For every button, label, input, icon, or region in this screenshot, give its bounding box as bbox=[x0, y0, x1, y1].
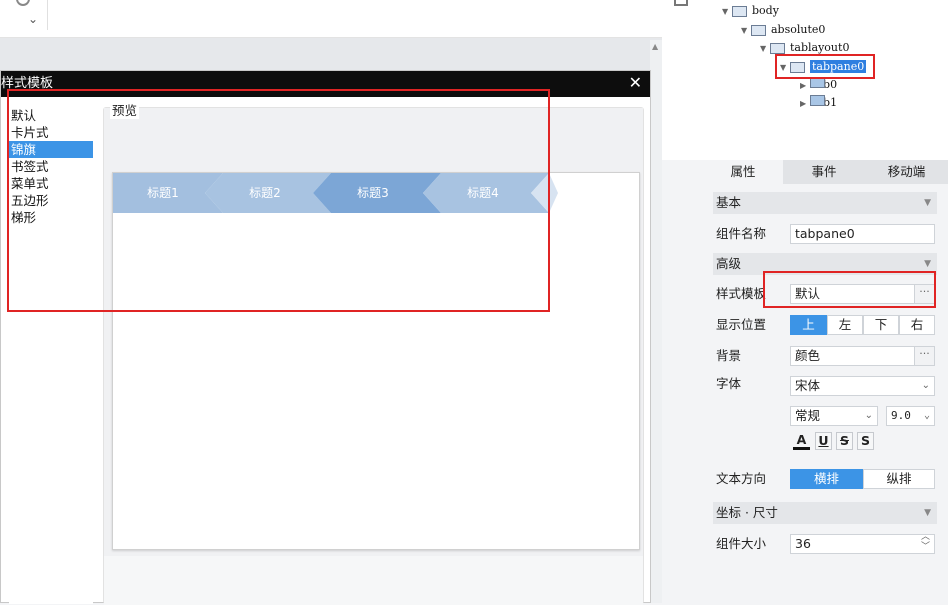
tab-node-icon bbox=[810, 95, 825, 106]
tab-events[interactable]: 事件 bbox=[783, 160, 865, 184]
chevron-down-icon: ⌄ bbox=[921, 380, 930, 391]
style-template-label: 样式模板 bbox=[716, 286, 767, 301]
strikethrough-button[interactable]: S bbox=[836, 432, 853, 450]
font-color-button[interactable]: A bbox=[793, 432, 810, 450]
chevron-down-icon: ⌄ bbox=[923, 410, 930, 421]
tree-node-body[interactable]: ▼ body bbox=[722, 3, 779, 19]
tree-node-label: tablayout0 bbox=[790, 41, 850, 54]
display-position-label: 显示位置 bbox=[716, 317, 767, 332]
shadow-button[interactable]: S bbox=[857, 432, 874, 450]
component-size-label: 组件大小 bbox=[716, 536, 767, 551]
highlight-box-tabpane bbox=[775, 54, 875, 79]
section-title: 坐标 · 尺寸 bbox=[716, 505, 778, 520]
text-direction-label: 文本方向 bbox=[716, 471, 767, 486]
toolbar-divider bbox=[47, 0, 48, 30]
properties-tabs: 属性 事件 移动端 bbox=[703, 160, 948, 184]
highlight-box-dialog bbox=[7, 89, 550, 312]
collapse-icon[interactable]: ▶ bbox=[800, 96, 810, 112]
component-name-input[interactable]: tabpane0 bbox=[790, 224, 935, 244]
expand-icon[interactable]: ▼ bbox=[741, 23, 751, 39]
chevron-down-icon[interactable]: ⌄ bbox=[28, 12, 38, 26]
vertical-scrollbar[interactable] bbox=[650, 40, 662, 603]
tree-node-label: body bbox=[752, 4, 779, 17]
font-size-select[interactable]: 9.0 ⌄ bbox=[886, 406, 935, 426]
background-value: 颜色 bbox=[795, 348, 821, 363]
collapse-icon[interactable]: ▶ bbox=[800, 78, 810, 94]
font-style-select[interactable]: 常规 ⌄ bbox=[790, 406, 878, 426]
scroll-up-icon[interactable]: ▲ bbox=[652, 42, 658, 51]
font-family-value: 宋体 bbox=[795, 378, 821, 393]
tree-node-label: absolute0 bbox=[771, 23, 826, 36]
ellipsis-button[interactable]: ··· bbox=[914, 347, 934, 365]
preview-footer-area bbox=[104, 556, 643, 605]
font-family-select[interactable]: 宋体 ⌄ bbox=[790, 376, 935, 396]
position-bottom-button[interactable]: 下 bbox=[863, 315, 899, 335]
expand-icon[interactable]: ▼ bbox=[722, 4, 732, 20]
section-title: 基本 bbox=[716, 195, 742, 210]
direction-vertical-button[interactable]: 纵排 bbox=[863, 469, 935, 489]
background-field[interactable]: 颜色 ··· bbox=[790, 346, 935, 366]
section-basic[interactable]: 基本 ▼ bbox=[713, 192, 937, 214]
expand-icon[interactable]: ▼ bbox=[760, 41, 770, 57]
tablayout-node-icon bbox=[770, 42, 785, 54]
font-size-value: 9.0 bbox=[891, 409, 911, 422]
stepper-icon[interactable]: ︿ ﹀ bbox=[921, 532, 930, 552]
chevron-down-icon: ▼ bbox=[924, 198, 931, 208]
close-icon[interactable]: ✕ bbox=[629, 73, 642, 93]
absolute-node-icon bbox=[751, 24, 766, 36]
font-style-value: 常规 bbox=[795, 408, 821, 423]
font-label: 字体 bbox=[716, 376, 742, 391]
background-label: 背景 bbox=[716, 348, 742, 363]
section-title: 高级 bbox=[716, 256, 742, 271]
component-size-value: 36 bbox=[795, 536, 811, 551]
tree-node-absolute0[interactable]: ▼ absolute0 bbox=[741, 22, 825, 38]
section-coord-size[interactable]: 坐标 · 尺寸 ▼ bbox=[713, 502, 937, 524]
position-left-button[interactable]: 左 bbox=[827, 315, 863, 335]
tree-node-tab0[interactable]: ▶Tab0 bbox=[800, 77, 837, 93]
tree-node-tab1[interactable]: ▶Tab1 bbox=[800, 95, 837, 111]
structure-icon[interactable] bbox=[674, 0, 688, 6]
tab-mobile[interactable]: 移动端 bbox=[865, 160, 948, 184]
direction-horizontal-button[interactable]: 横排 bbox=[790, 469, 863, 489]
position-top-button[interactable]: 上 bbox=[790, 315, 827, 335]
editor-toolbar bbox=[0, 0, 662, 38]
underline-button[interactable]: U bbox=[815, 432, 832, 450]
chevron-down-icon: ⌄ bbox=[864, 410, 873, 421]
tab-properties[interactable]: 属性 bbox=[703, 160, 783, 184]
position-right-button[interactable]: 右 bbox=[899, 315, 935, 335]
highlight-box-style-template bbox=[763, 271, 936, 308]
chevron-down-icon: ▼ bbox=[924, 508, 931, 518]
component-name-label: 组件名称 bbox=[716, 226, 767, 241]
component-size-input[interactable]: 36 ︿ ﹀ bbox=[790, 532, 935, 554]
body-node-icon bbox=[732, 5, 747, 17]
